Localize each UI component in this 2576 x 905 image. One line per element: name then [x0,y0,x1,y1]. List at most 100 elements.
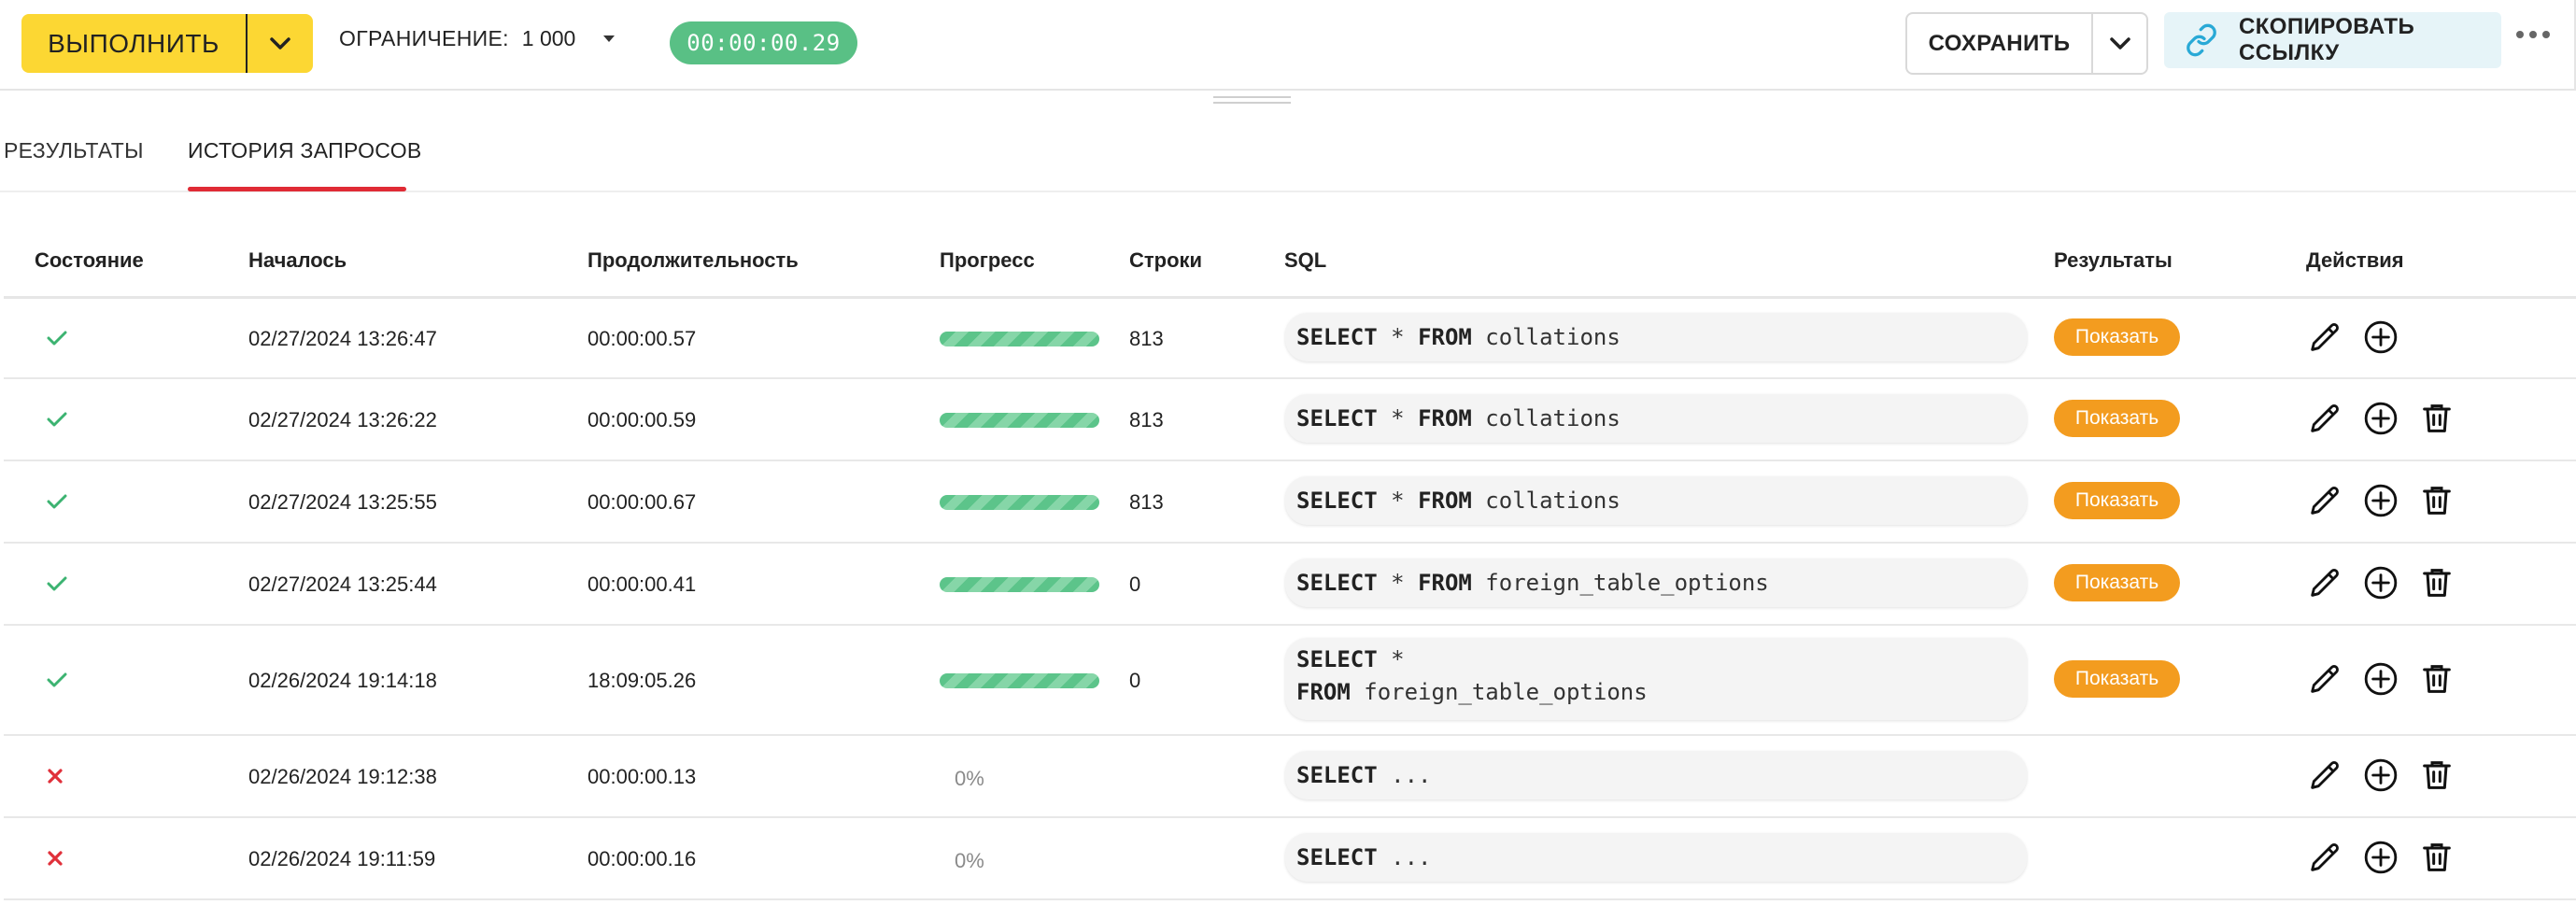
tab-query-history[interactable]: ИСТОРИЯ ЗАПРОСОВ [188,138,422,163]
copy-link-label: СКОПИРОВАТЬ ССЫЛКУ [2239,14,2415,65]
column-header-sql: SQL [1284,248,1327,272]
row-actions [2306,400,2456,437]
sql-keyword: SELECT [1296,646,1378,672]
sql-preview[interactable]: SELECT * FROM collations [1285,394,2027,443]
trash-icon[interactable] [2418,757,2456,794]
table-body: 02/27/2024 13:26:47 00:00:00.57 813 SELECT … [4,299,2576,900]
active-tab-indicator [188,187,406,191]
started-cell: 02/26/2024 19:12:38 [248,765,437,788]
sql-text: ... [1377,844,1432,870]
sql-preview[interactable]: SELECT ... [1285,751,2027,799]
run-options-toggle[interactable] [248,14,313,73]
sql-line: SELECT * [1296,643,2016,676]
check-icon [47,672,67,693]
progress-bar [940,332,1099,346]
pencil-icon[interactable] [2306,757,2343,794]
save-button-group: СОХРАНИТЬ [1905,12,2148,75]
show-results-button[interactable]: Показать [2054,482,2180,519]
trash-icon[interactable] [2418,564,2456,601]
plus-circle-icon[interactable] [2362,318,2399,356]
cross-icon [47,768,64,789]
sql-keyword: SELECT [1296,405,1378,431]
row-actions [2306,660,2456,698]
table-row: 02/26/2024 19:11:59 00:00:00.16 0% SELECT .… [4,818,2576,900]
started-cell: 02/27/2024 13:25:55 [248,490,437,514]
sql-text: * [1377,324,1419,350]
progress-bar [940,577,1099,592]
duration-cell: 00:00:00.59 [587,408,697,431]
trash-icon[interactable] [2418,400,2456,437]
table-row: 02/27/2024 13:25:55 00:00:00.67 813 SELECT … [4,461,2576,544]
tab-results[interactable]: РЕЗУЛЬТАТЫ [4,138,144,163]
copy-link-button[interactable]: СКОПИРОВАТЬ ССЫЛКУ [2164,12,2501,68]
show-results-button[interactable]: Показать [2054,318,2180,356]
rows-cell: 0 [1129,669,1141,692]
rows-cell: 813 [1129,327,1164,350]
pencil-icon[interactable] [2306,482,2343,519]
started-cell: 02/26/2024 19:14:18 [248,669,437,692]
sql-keyword: SELECT [1296,488,1378,514]
sql-text: ... [1377,762,1432,788]
limit-selector[interactable]: ОГРАНИЧЕНИЕ: 1 000 [339,26,616,51]
row-actions [2306,839,2456,876]
column-header-actions: Действия [2306,248,2404,272]
rows-cell: 813 [1129,490,1164,514]
sql-keyword: SELECT [1296,762,1378,788]
sql-keyword: SELECT [1296,844,1378,870]
run-button[interactable]: ВЫПОЛНИТЬ [21,14,313,73]
limit-label: ОГРАНИЧЕНИЕ: [339,26,509,50]
sql-preview[interactable]: SELECT * FROM foreign_table_options [1285,559,2027,607]
row-actions [2306,757,2456,794]
check-icon [47,575,67,597]
save-button[interactable]: СОХРАНИТЬ [1907,14,2093,73]
sql-preview[interactable]: SELECT * FROM foreign_table_options [1285,638,2027,720]
sql-line: SELECT * FROM collations [1296,322,2016,352]
limit-value: 1 000 [521,26,576,50]
show-results-button[interactable]: Показать [2054,400,2180,437]
started-cell: 02/27/2024 13:25:44 [248,573,437,596]
sql-keyword: FROM [1296,679,1351,705]
plus-circle-icon[interactable] [2362,482,2399,519]
table-row: 02/27/2024 13:26:47 00:00:00.57 813 SELECT … [4,299,2576,379]
show-results-button[interactable]: Показать [2054,660,2180,698]
duration-cell: 00:00:00.16 [587,847,697,870]
row-actions [2306,482,2456,519]
query-toolbar: ВЫПОЛНИТЬ ОГРАНИЧЕНИЕ: 1 000 00:00:00.29… [0,0,2576,91]
sql-preview[interactable]: SELECT ... [1285,833,2027,882]
trash-icon[interactable] [2418,482,2456,519]
plus-circle-icon[interactable] [2362,400,2399,437]
sql-keyword: SELECT [1296,324,1378,350]
pencil-icon[interactable] [2306,400,2343,437]
trash-icon[interactable] [2418,839,2456,876]
plus-circle-icon[interactable] [2362,564,2399,601]
sql-keyword: FROM [1418,488,1472,514]
pencil-icon[interactable] [2306,839,2343,876]
plus-circle-icon[interactable] [2362,757,2399,794]
execution-timer: 00:00:00.29 [670,21,857,64]
chevron-down-icon [2109,36,2130,49]
sql-keyword: FROM [1418,405,1472,431]
link-icon [2185,23,2218,57]
pencil-icon[interactable] [2306,318,2343,356]
panel-resize-handle[interactable] [1213,96,1291,107]
chevron-down-icon [270,36,290,49]
sql-text: * [1377,405,1419,431]
plus-circle-icon[interactable] [2362,839,2399,876]
pencil-icon[interactable] [2306,564,2343,601]
sql-preview[interactable]: SELECT * FROM collations [1285,476,2027,525]
pencil-icon[interactable] [2306,660,2343,698]
table-row: 02/26/2024 19:14:18 18:09:05.26 0 SELECT * F… [4,626,2576,736]
column-header-state: Состояние [35,248,144,272]
sql-text: collations [1471,324,1621,350]
save-options-toggle[interactable] [2093,14,2146,73]
plus-circle-icon[interactable] [2362,660,2399,698]
caret-down-icon [603,35,616,42]
sql-line: FROM foreign_table_options [1296,676,2016,709]
sql-text: * [1377,488,1419,514]
sql-preview[interactable]: SELECT * FROM collations [1285,313,2027,361]
more-horizontal-icon[interactable] [2516,31,2550,38]
cross-icon [47,850,64,871]
started-cell: 02/26/2024 19:11:59 [248,847,436,870]
trash-icon[interactable] [2418,660,2456,698]
show-results-button[interactable]: Показать [2054,564,2180,601]
